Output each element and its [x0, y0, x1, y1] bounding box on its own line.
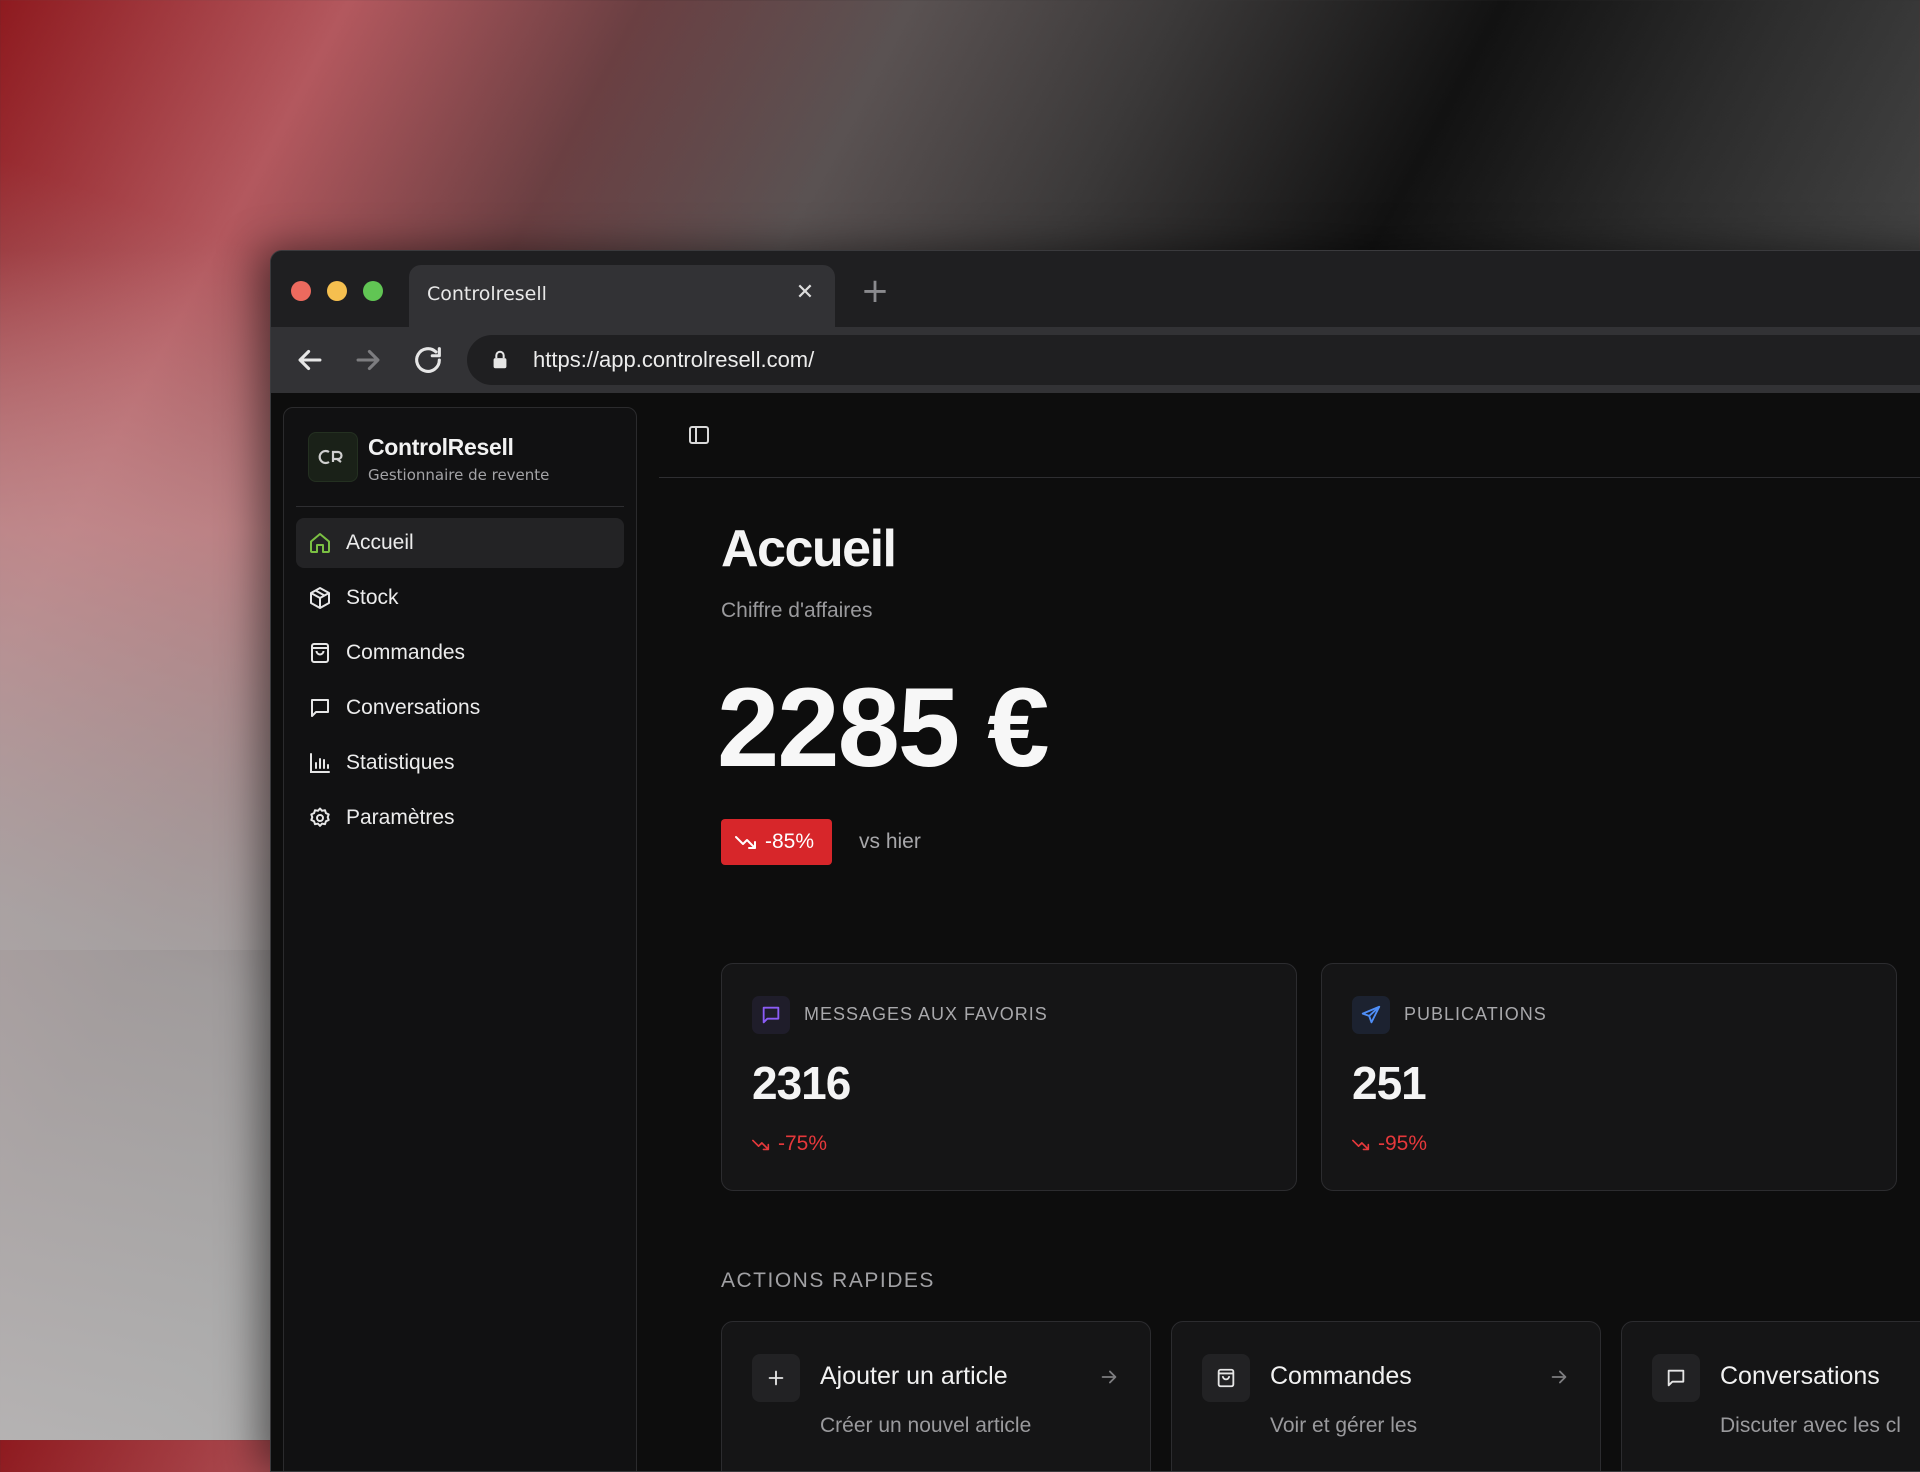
- browser-titlebar: Controlresell ✕ +: [271, 251, 1920, 327]
- sidebar-item-label: Accueil: [346, 531, 414, 554]
- action-description: Discuter avec les cl: [1720, 1414, 1901, 1437]
- browser-tab[interactable]: Controlresell ✕: [409, 265, 835, 327]
- stat-trend-value: -95%: [1378, 1132, 1428, 1155]
- sidebar-item-label: Commandes: [346, 641, 466, 664]
- action-description: Créer un nouvel article: [820, 1414, 1032, 1437]
- home-icon: [310, 533, 330, 553]
- stat-card-messages[interactable]: MESSAGES AUX FAVORIS 2316 -75%: [721, 963, 1297, 1191]
- action-commandes[interactable]: Commandes Voir et gérer les: [1171, 1321, 1601, 1471]
- revenue-value: 2285 €: [717, 665, 1050, 790]
- sidebar-item-parametres[interactable]: Paramètres: [296, 793, 624, 843]
- stat-trend: -75%: [752, 1132, 827, 1156]
- minimize-window-button[interactable]: [327, 281, 347, 301]
- action-conversations[interactable]: Conversations Discuter avec les cl: [1621, 1321, 1920, 1471]
- stat-icon-box: [752, 996, 790, 1034]
- stat-card-publications[interactable]: PUBLICATIONS 251 -95%: [1321, 963, 1897, 1191]
- main-content: Accueil Chiffre d'affaires 2285 € -85% v…: [659, 393, 1920, 1471]
- action-description: Voir et gérer les: [1270, 1414, 1418, 1437]
- url-text: https://app.controlresell.com/: [533, 347, 815, 372]
- bar-chart-icon: [310, 753, 330, 773]
- stat-trend-value: -75%: [778, 1132, 828, 1155]
- action-icon-box: [1202, 1354, 1250, 1402]
- sidebar-item-label: Conversations: [346, 696, 481, 719]
- trending-down-icon: [735, 836, 756, 849]
- shopping-bag-icon: [1217, 1368, 1235, 1388]
- logo-mark-icon: [318, 449, 343, 465]
- sidebar-item-stock[interactable]: Stock: [296, 573, 624, 623]
- sidebar: ControlResell Gestionnaire de revente Ac…: [283, 407, 637, 1471]
- shopping-bag-icon: [311, 643, 329, 663]
- sidebar-item-statistiques[interactable]: Statistiques: [296, 738, 624, 788]
- stat-label: MESSAGES AUX FAVORIS: [804, 1004, 1048, 1024]
- sidebar-toggle-icon[interactable]: [687, 423, 711, 447]
- forward-arrow-icon[interactable]: [351, 343, 385, 377]
- trend-comparison: vs hier: [859, 830, 921, 853]
- tab-close-icon[interactable]: ✕: [791, 279, 819, 307]
- divider: [296, 506, 624, 507]
- arrow-right-icon: [1551, 1370, 1567, 1384]
- close-window-button[interactable]: [291, 281, 311, 301]
- trending-down-icon: [752, 1139, 770, 1150]
- action-title: Conversations: [1720, 1362, 1880, 1390]
- arrow-right-icon: [1101, 1370, 1117, 1384]
- sidebar-item-accueil[interactable]: Accueil: [296, 518, 624, 568]
- message-icon: [311, 699, 329, 717]
- stat-value: 2316: [752, 1057, 851, 1109]
- send-icon: [1361, 1005, 1381, 1024]
- new-tab-button[interactable]: +: [857, 273, 893, 309]
- revenue-trend-value: -85%: [765, 830, 815, 853]
- trending-down-icon: [1352, 1139, 1370, 1150]
- stat-label: PUBLICATIONS: [1404, 1004, 1547, 1024]
- logo: [308, 432, 358, 482]
- sidebar-nav: Accueil Stock Commandes Conversations St…: [296, 518, 624, 848]
- lock-icon: [493, 350, 507, 369]
- address-bar[interactable]: https://app.controlresell.com/: [467, 335, 1920, 385]
- main-header: [659, 393, 1920, 478]
- reload-icon[interactable]: [411, 343, 445, 377]
- message-icon: [1667, 1369, 1685, 1387]
- page-subtitle: Chiffre d'affaires: [721, 599, 873, 622]
- action-title: Commandes: [1270, 1362, 1412, 1390]
- action-icon-box: [1652, 1354, 1700, 1402]
- stat-value: 251: [1352, 1057, 1427, 1109]
- action-icon-box: [752, 1354, 800, 1402]
- package-icon: [310, 587, 330, 609]
- sidebar-item-label: Paramètres: [346, 806, 455, 829]
- message-icon: [762, 1006, 780, 1024]
- tab-title: Controlresell: [427, 283, 547, 305]
- sidebar-item-conversations[interactable]: Conversations: [296, 683, 624, 733]
- brand-subtitle: Gestionnaire de revente: [368, 466, 550, 484]
- brand[interactable]: ControlResell Gestionnaire de revente: [308, 432, 624, 502]
- stat-trend: -95%: [1352, 1132, 1427, 1156]
- action-add-article[interactable]: Ajouter un article Créer un nouvel artic…: [721, 1321, 1151, 1471]
- browser-window: Controlresell ✕ + https://app.controlres…: [270, 250, 1920, 1472]
- sidebar-item-label: Statistiques: [346, 751, 455, 774]
- stat-icon-box: [1352, 996, 1390, 1034]
- gear-icon: [310, 807, 330, 827]
- app-area: ControlResell Gestionnaire de revente Ac…: [271, 393, 1920, 1471]
- sidebar-item-commandes[interactable]: Commandes: [296, 628, 624, 678]
- revenue-trend-badge: -85%: [721, 819, 833, 865]
- back-arrow-icon[interactable]: [293, 343, 327, 377]
- brand-name: ControlResell: [368, 434, 514, 460]
- browser-toolbar: https://app.controlresell.com/: [271, 327, 1920, 393]
- action-title: Ajouter un article: [820, 1362, 1008, 1390]
- page-title: Accueil: [721, 520, 897, 578]
- quick-actions-title: ACTIONS RAPIDES: [721, 1269, 935, 1292]
- sidebar-item-label: Stock: [346, 586, 399, 609]
- maximize-window-button[interactable]: [363, 281, 383, 301]
- plus-icon: [768, 1370, 784, 1386]
